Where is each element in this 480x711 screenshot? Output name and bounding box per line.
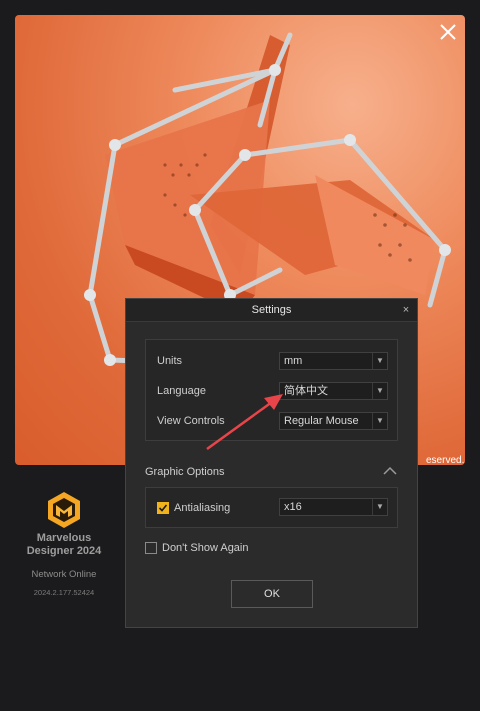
- close-icon[interactable]: [436, 20, 460, 44]
- view-controls-select[interactable]: Regular Mouse ▼: [279, 412, 388, 430]
- language-select[interactable]: 简体中文 ▼: [279, 382, 388, 400]
- antialiasing-checkbox[interactable]: [157, 502, 169, 514]
- network-status: Network Online: [31, 569, 97, 580]
- version-text: 2024.2.177.52424: [33, 588, 95, 597]
- view-controls-label: View Controls: [157, 415, 225, 427]
- language-label: Language: [157, 385, 206, 397]
- view-controls-value: Regular Mouse: [284, 415, 359, 427]
- dialog-close-icon[interactable]: ×: [399, 299, 413, 321]
- dialog-title-bar: Settings ×: [126, 299, 417, 322]
- chevron-up-icon[interactable]: [382, 464, 398, 476]
- chevron-down-icon: ▼: [372, 499, 387, 515]
- chevron-down-icon: ▼: [372, 413, 387, 429]
- dont-show-again-label[interactable]: Don't Show Again: [162, 542, 249, 554]
- brand-block: Marvelous Designer 2024 Network Online 2…: [15, 490, 113, 597]
- graphic-options-group: Antialiasing x16 ▼: [145, 487, 398, 528]
- antialiasing-value: x16: [284, 501, 302, 513]
- brand-name-line2: Designer 2024: [26, 545, 102, 557]
- dont-show-again-checkbox[interactable]: [145, 542, 157, 554]
- chevron-down-icon: ▼: [372, 353, 387, 369]
- graphic-options-title: Graphic Options: [145, 466, 225, 478]
- settings-dialog: Settings × Units mm ▼ Language 简体中文 ▼ Vi…: [125, 298, 418, 628]
- ok-button[interactable]: OK: [231, 580, 313, 608]
- language-value: 简体中文: [284, 385, 328, 397]
- copyright-text: eserved.: [426, 455, 465, 465]
- general-settings-group: Units mm ▼ Language 简体中文 ▼ View Controls…: [145, 339, 398, 441]
- brand-name-line1: Marvelous: [36, 532, 92, 544]
- units-value: mm: [284, 355, 303, 367]
- dialog-title: Settings: [251, 304, 292, 316]
- units-label: Units: [157, 355, 183, 367]
- antialiasing-select[interactable]: x16 ▼: [279, 498, 388, 516]
- chevron-down-icon: ▼: [372, 383, 387, 399]
- units-select[interactable]: mm ▼: [279, 352, 388, 370]
- checkmark-icon: [158, 504, 168, 512]
- marvelous-designer-logo-icon: [48, 492, 80, 528]
- antialiasing-label[interactable]: Antialiasing: [174, 502, 230, 514]
